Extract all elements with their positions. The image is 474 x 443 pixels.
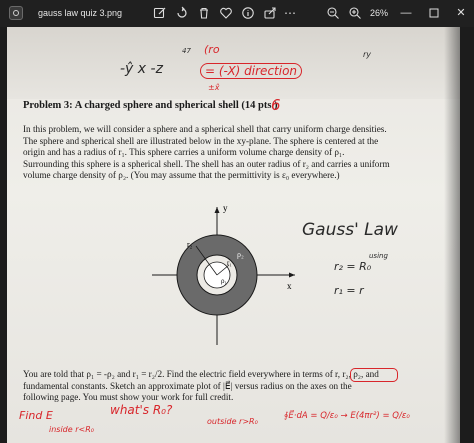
heart-icon[interactable]	[219, 6, 233, 20]
title-bar: gauss law quiz 3.png ⋯ 26% — ✕	[0, 0, 474, 27]
y-axis-label: y	[223, 203, 228, 213]
handwritten-ro: (ro	[204, 43, 220, 56]
zoom-level: 26%	[370, 8, 389, 18]
handwritten-inside: inside r<R₀	[49, 425, 94, 434]
info-icon[interactable]	[241, 6, 255, 20]
handwritten-score: 6	[271, 96, 281, 114]
handwritten-whats-ro: what's R₀?	[110, 403, 173, 417]
close-icon[interactable]: ✕	[453, 5, 469, 21]
paragraph-line-5: volume charge density of ρ₂. (You may as…	[23, 170, 340, 180]
handwritten-find-e: Find E	[19, 409, 53, 422]
zoom-out-icon[interactable]	[326, 6, 340, 20]
y-axis-arrow	[214, 207, 220, 213]
paragraph-line-4: Surrounding this sphere is a spherical s…	[23, 158, 390, 169]
handwritten-r2-equals-ro: r₂ = R₀	[334, 260, 372, 273]
paragraph-line-1: In this problem, we will consider a sphe…	[23, 124, 387, 134]
handwritten-vector-note: -ŷ x -z	[120, 61, 163, 77]
handwritten-ry: ry	[363, 50, 372, 59]
handwritten-direction: = (-X) direction	[200, 63, 303, 79]
delete-icon[interactable]	[197, 6, 211, 20]
paragraph-line-2: The sphere and spherical shell are illus…	[23, 135, 379, 146]
red-circle-annotation	[350, 368, 398, 382]
minimize-icon[interactable]: —	[398, 5, 414, 21]
x-axis-arrow	[289, 272, 295, 278]
question-line-1: You are told that ρ₁ = -ρ₂ and r₁ = r₂/2…	[23, 369, 379, 379]
question-line-2: fundamental constants. Sketch an approxi…	[23, 380, 352, 391]
photo-shadow	[444, 27, 460, 443]
maximize-icon[interactable]	[426, 5, 442, 21]
photos-app-icon	[9, 6, 23, 20]
r1-label: r₁	[227, 259, 232, 267]
handwritten-47: 47	[182, 47, 191, 55]
handwritten-x-hat: ±x̂	[208, 83, 220, 92]
more-icon[interactable]: ⋯	[283, 6, 297, 20]
rho2-label: ρ₂	[237, 250, 244, 259]
r2-label: r₂	[187, 240, 193, 249]
sphere-shell-diagram: y x r₂ ρ₂ r₁ ρ₁	[152, 203, 295, 345]
rho1-label: ρ₁	[221, 277, 227, 285]
zoom-in-icon[interactable]	[348, 6, 362, 20]
handwritten-outside: outside r>R₀	[207, 417, 258, 426]
problem-title: Problem 3: A charged sphere and spherica…	[23, 100, 278, 111]
handwritten-r1-equals-r: r₁ = r	[334, 284, 364, 297]
x-axis-label: x	[287, 281, 292, 291]
handwritten-using: using	[369, 252, 388, 260]
share-icon[interactable]	[263, 6, 277, 20]
edit-icon[interactable]	[153, 6, 167, 20]
paragraph-line-3: origin and has a radius of r₁. This sphe…	[23, 147, 345, 157]
rotate-icon[interactable]	[175, 6, 189, 20]
question-line-3: following page. You must show your work …	[23, 392, 234, 402]
window-title: gauss law quiz 3.png	[38, 8, 123, 18]
handwritten-gauss-equation: ∮E⃗·dA = Q/ε₀ → E(4πr²) = Q/ε₀	[284, 411, 410, 421]
handwritten-gauss-law: Gauss' Law	[302, 220, 398, 240]
photo-canvas[interactable]: -ŷ x -z 47 (ro = (-X) direction ±x̂ ry …	[7, 27, 460, 443]
